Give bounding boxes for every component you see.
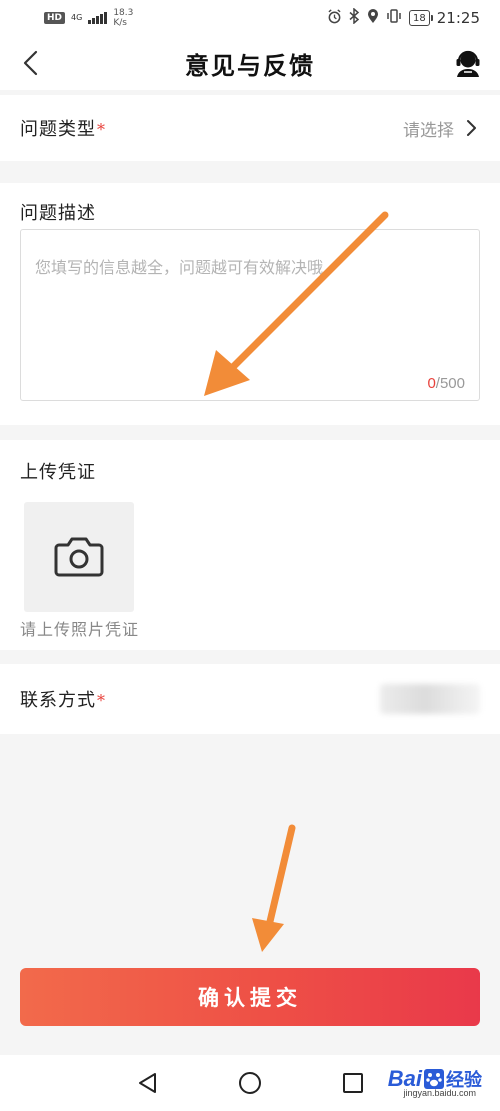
problem-type-placeholder: 请选择 <box>403 120 454 141</box>
recents-square-icon <box>342 1073 363 1093</box>
problem-description-section: 问题描述 0/500 <box>0 183 500 425</box>
watermark-url: jingyan.baidu.com <box>403 1088 476 1098</box>
page-title: 意见与反馈 <box>185 50 315 80</box>
battery-icon: 18 <box>409 10 433 26</box>
contact-value-blurred[interactable] <box>380 684 480 714</box>
problem-description-input[interactable] <box>21 230 479 400</box>
system-home-button[interactable] <box>235 1068 265 1098</box>
upload-label: 上传凭证 <box>20 462 96 483</box>
network-speed: 18.3 K/s <box>113 8 133 28</box>
customer-service-button[interactable] <box>450 45 486 81</box>
contact-label: 联系方式* <box>20 686 106 712</box>
signal-icon <box>88 12 108 24</box>
system-back-button[interactable] <box>132 1068 162 1098</box>
system-recents-button[interactable] <box>338 1068 368 1098</box>
required-mark: * <box>97 691 106 710</box>
upload-photo-button[interactable] <box>24 502 134 612</box>
char-count: 0 <box>427 375 436 392</box>
contact-row[interactable]: 联系方式* <box>0 664 500 734</box>
problem-type-selector[interactable]: 请选择 <box>403 116 478 141</box>
camera-icon <box>54 537 104 577</box>
nav-bar: 意见与反馈 <box>0 36 500 90</box>
alarm-icon <box>327 8 342 28</box>
submit-button[interactable]: 确认提交 <box>20 968 480 1026</box>
status-bar: HD 4G 18.3 K/s 18 21:25 <box>0 0 500 36</box>
home-circle-icon <box>238 1072 261 1094</box>
char-max: /500 <box>435 375 465 392</box>
back-button[interactable] <box>14 46 48 80</box>
chevron-left-icon <box>23 50 38 76</box>
chevron-right-icon <box>467 120 476 136</box>
status-time: 21:25 <box>436 9 480 27</box>
customer-service-icon <box>456 50 480 77</box>
upload-hint: 请上传照片凭证 <box>20 620 140 639</box>
location-icon <box>367 8 379 28</box>
contact-label-text: 联系方式 <box>20 690 96 711</box>
network-type: 4G <box>71 13 83 22</box>
problem-type-row[interactable]: 问题类型* 请选择 <box>0 95 500 161</box>
char-counter: 0/500 <box>427 375 465 392</box>
paw-icon <box>424 1069 444 1089</box>
vibrate-icon <box>386 8 402 28</box>
hd-badge: HD <box>44 12 66 24</box>
annotation-arrow-submit <box>252 824 296 952</box>
bluetooth-icon <box>349 7 360 28</box>
battery-level: 18 <box>413 12 426 24</box>
problem-description-box: 0/500 <box>20 229 480 401</box>
problem-description-label: 问题描述 <box>20 203 96 224</box>
status-right: 18 21:25 <box>327 7 480 28</box>
problem-type-label: 问题类型* <box>20 115 106 141</box>
problem-type-label-text: 问题类型 <box>20 119 96 140</box>
status-left: HD 4G 18.3 K/s <box>44 8 133 28</box>
required-mark: * <box>97 120 106 139</box>
back-triangle-icon <box>139 1073 157 1093</box>
upload-section: 上传凭证 请上传照片凭证 <box>0 440 500 650</box>
network-speed-unit: K/s <box>113 18 127 28</box>
network-speed-value: 18.3 <box>113 8 134 18</box>
